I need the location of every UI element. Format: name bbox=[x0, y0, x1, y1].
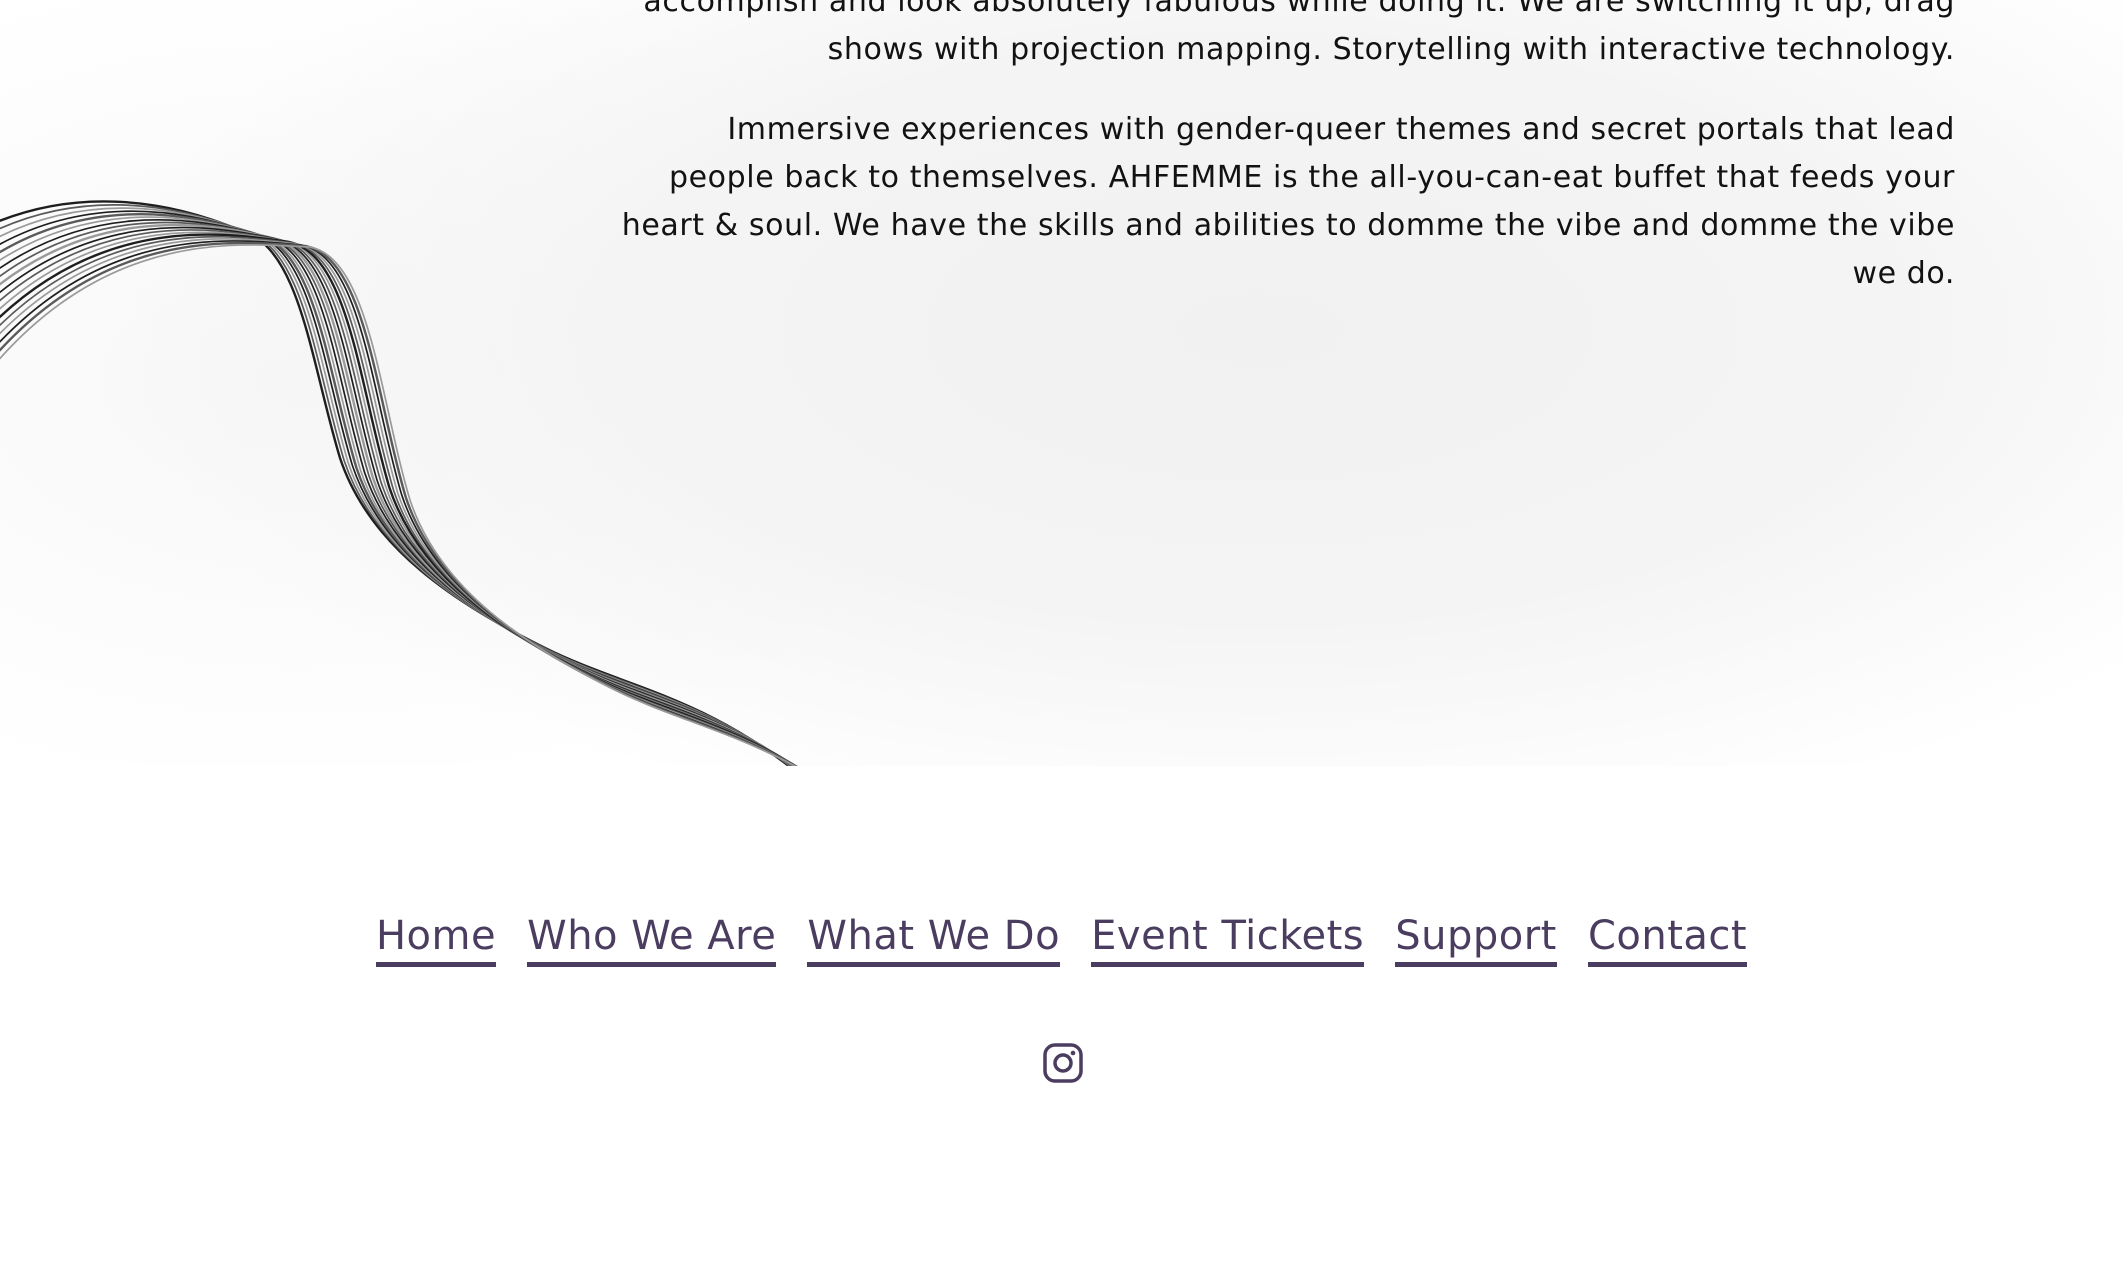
about-paragraph-1-line-1: accomplish and look absolutely fabulous … bbox=[643, 0, 1955, 19]
about-section: accomplish and look absolutely fabulous … bbox=[0, 0, 2123, 766]
footer-link-support[interactable]: Support bbox=[1395, 910, 1557, 967]
footer-nav: Home Who We Are What We Do Event Tickets… bbox=[0, 910, 2123, 967]
about-paragraph-1-line-2: shows with projection mapping. Storytell… bbox=[827, 32, 1955, 67]
footer-link-home[interactable]: Home bbox=[375, 910, 497, 967]
footer-link-event-tickets[interactable]: Event Tickets bbox=[1091, 910, 1365, 967]
about-paragraph-2: Immersive experiences with gender-queer … bbox=[621, 112, 1955, 291]
footer-link-who-we-are[interactable]: Who We Are bbox=[527, 910, 777, 967]
about-paragraph-1: accomplish and look absolutely fabulous … bbox=[615, 0, 1955, 74]
footer-link-contact[interactable]: Contact bbox=[1587, 910, 1748, 967]
instagram-icon[interactable] bbox=[1042, 1042, 1084, 1084]
footer-link-what-we-do[interactable]: What We Do bbox=[807, 910, 1061, 967]
about-copy: accomplish and look absolutely fabulous … bbox=[615, 0, 1955, 330]
